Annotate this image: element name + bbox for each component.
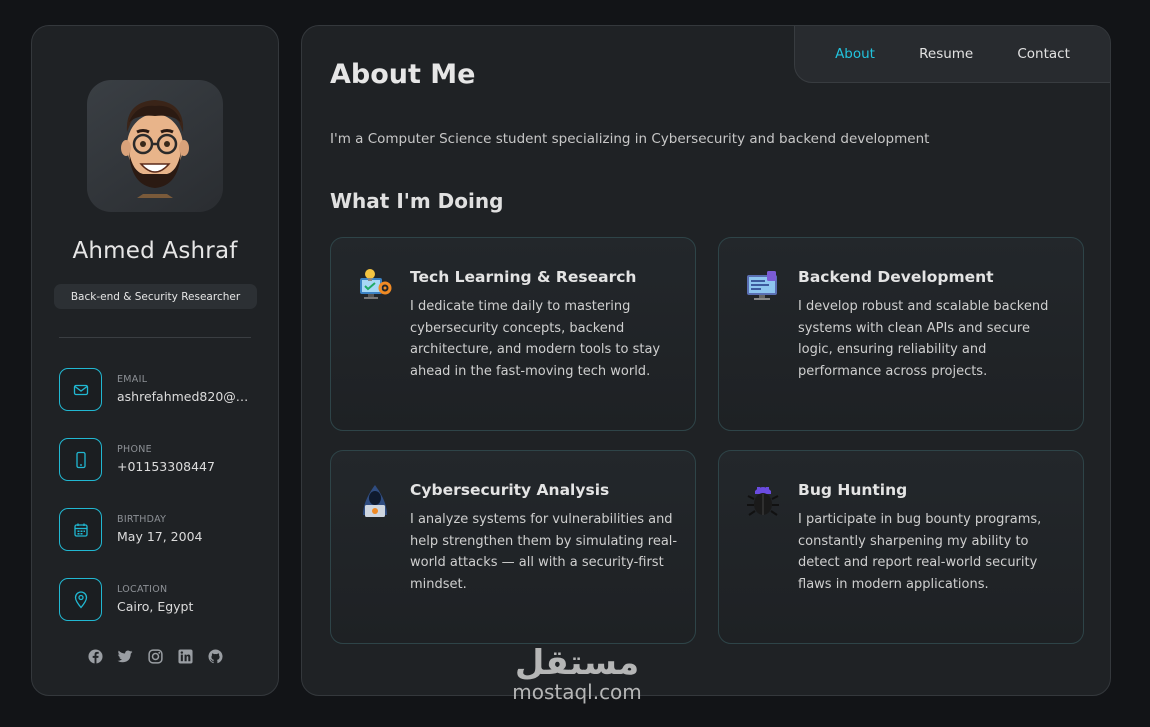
service-card-backend: Backend Development I develop robust and… — [718, 237, 1084, 431]
page-title: About Me — [330, 59, 476, 90]
phone-icon — [59, 438, 102, 481]
nav-about[interactable]: About — [835, 46, 875, 62]
linkedin-icon[interactable] — [177, 648, 194, 665]
card-text: I analyze systems for vulnerabilities an… — [410, 512, 678, 592]
location-pin-icon — [59, 578, 102, 621]
phone-label: PHONE — [117, 444, 152, 455]
service-card-cybersecurity: Cybersecurity Analysis I analyze systems… — [330, 450, 696, 644]
top-navbar: About Resume Contact — [794, 26, 1110, 83]
avatar — [87, 80, 223, 212]
phone-link[interactable]: +01153308447 — [117, 459, 249, 474]
email-label: EMAIL — [117, 374, 148, 385]
bug-icon — [745, 481, 781, 517]
nav-resume[interactable]: Resume — [919, 46, 973, 62]
monitor-code-icon — [745, 268, 781, 304]
service-card-research: Tech Learning & Research I dedicate time… — [330, 237, 696, 431]
mail-icon — [59, 368, 102, 411]
hacker-icon — [357, 481, 393, 517]
card-title: Backend Development — [798, 268, 994, 286]
card-text: I develop robust and scalable backend sy… — [798, 299, 1049, 379]
card-title: Bug Hunting — [798, 481, 908, 499]
mostaql-watermark: مستقل mostaql.com — [507, 645, 647, 703]
service-card-bug-hunting: Bug Hunting I participate in bug bounty … — [718, 450, 1084, 644]
card-text: I participate in bug bounty programs, co… — [798, 512, 1042, 592]
location-value: Cairo, Egypt — [117, 599, 194, 614]
profile-name: Ahmed Ashraf — [72, 238, 238, 264]
github-icon[interactable] — [207, 648, 224, 665]
watermark-arabic: مستقل — [514, 643, 640, 683]
role-badge: Back-end & Security Researcher — [54, 284, 257, 309]
card-title: Cybersecurity Analysis — [410, 481, 610, 499]
contact-phone: PHONE +01153308447 — [59, 438, 259, 482]
main-panel: About Resume Contact About Me I'm a Comp… — [301, 25, 1111, 696]
calendar-icon — [59, 508, 102, 551]
nav-contact[interactable]: Contact — [1017, 46, 1070, 62]
section-title: What I'm Doing — [330, 189, 504, 213]
memoji-avatar-icon — [121, 100, 189, 198]
facebook-icon[interactable] — [87, 648, 104, 665]
email-link[interactable]: ashrefahmed820@gmail.com — [117, 389, 249, 404]
research-icon — [357, 268, 393, 304]
location-label: LOCATION — [117, 584, 168, 595]
instagram-icon[interactable] — [147, 648, 164, 665]
birthday-value: May 17, 2004 — [117, 529, 203, 544]
social-links — [32, 648, 278, 665]
divider — [59, 337, 251, 338]
card-text: I dedicate time daily to mastering cyber… — [410, 299, 661, 379]
contact-birthday: BIRTHDAY May 17, 2004 — [59, 508, 259, 552]
watermark-latin: mostaql.com — [512, 680, 642, 704]
birthday-label: BIRTHDAY — [117, 514, 167, 525]
card-title: Tech Learning & Research — [410, 268, 637, 286]
contact-location: LOCATION Cairo, Egypt — [59, 578, 259, 622]
contact-email: EMAIL ashrefahmed820@gmail.com — [59, 368, 259, 412]
about-text: I'm a Computer Science student specializ… — [330, 131, 930, 147]
twitter-icon[interactable] — [117, 648, 134, 665]
profile-sidebar: Ahmed Ashraf Back-end & Security Researc… — [31, 25, 279, 696]
